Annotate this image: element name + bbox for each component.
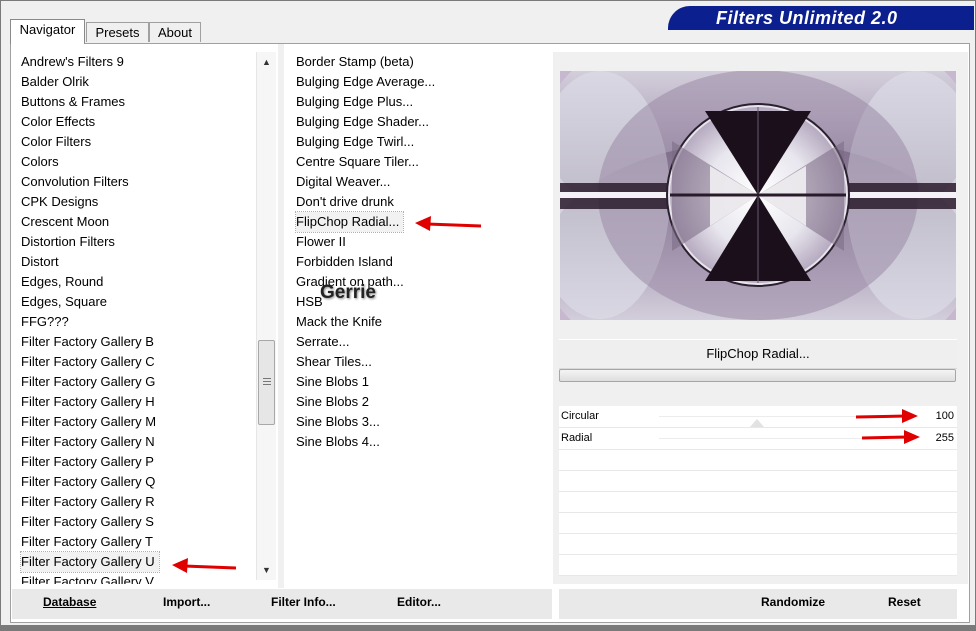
filter-list[interactable]: Border Stamp (beta) Bulging Edge Average.… — [287, 52, 545, 584]
category-item[interactable]: Edges, Square — [21, 292, 111, 312]
category-item[interactable]: Filter Factory Gallery G — [21, 372, 159, 392]
editor-label: Editor... — [397, 595, 442, 609]
filter-item[interactable]: Don't drive drunk — [296, 192, 398, 212]
red-arrow-icon — [172, 558, 237, 573]
scrollbar-thumb[interactable] — [258, 340, 275, 425]
filter-item[interactable]: Shear Tiles... — [296, 352, 376, 372]
slider-value: 100 — [935, 410, 954, 422]
randomize-button[interactable]: Randomize — [761, 595, 825, 609]
category-scrollbar[interactable]: ▲ ▼ — [256, 52, 276, 580]
category-item[interactable]: Filter Factory Gallery P — [21, 452, 158, 472]
category-item[interactable]: Color Filters — [21, 132, 95, 152]
pane-divider — [278, 44, 284, 588]
empty-slider-row — [559, 513, 957, 534]
category-item[interactable]: Buttons & Frames — [21, 92, 129, 112]
filter-item[interactable]: Bulging Edge Twirl... — [296, 132, 418, 152]
category-item[interactable]: FFG??? — [21, 312, 73, 332]
database-button[interactable]: Database — [43, 595, 96, 609]
filter-item[interactable]: Flower II — [296, 232, 350, 252]
filter-item[interactable]: Mack the Knife — [296, 312, 386, 332]
category-item[interactable]: Filter Factory Gallery M — [21, 412, 160, 432]
category-item[interactable]: Filter Factory Gallery S — [21, 512, 158, 532]
category-item[interactable]: Convolution Filters — [21, 172, 133, 192]
category-item[interactable]: Distortion Filters — [21, 232, 119, 252]
category-item[interactable]: Crescent Moon — [21, 212, 113, 232]
filter-info-label: Filter Info... — [271, 595, 336, 609]
filter-item[interactable]: Sine Blobs 1 — [296, 372, 373, 392]
red-arrow-icon — [415, 216, 482, 231]
import-button[interactable]: Import... — [163, 595, 210, 609]
tab-about[interactable]: About — [149, 22, 201, 42]
empty-slider-row — [559, 450, 957, 471]
category-item[interactable]: Filter Factory Gallery B — [21, 332, 158, 352]
category-item[interactable]: Filter Factory Gallery U — [20, 551, 160, 573]
category-item[interactable]: Distort — [21, 252, 63, 272]
category-item[interactable]: Filter Factory Gallery R — [21, 492, 159, 512]
empty-slider-row — [559, 555, 957, 576]
reset-button[interactable]: Reset — [888, 595, 921, 609]
filter-item[interactable]: Centre Square Tiler... — [296, 152, 423, 172]
scroll-down-arrow-icon[interactable]: ▼ — [257, 562, 276, 578]
editor-button[interactable]: Editor... — [397, 595, 441, 609]
category-item[interactable]: Filter Factory Gallery C — [21, 352, 159, 372]
window-bottom-border — [0, 625, 976, 631]
filter-item[interactable]: FlipChop Radial... — [294, 211, 405, 233]
empty-slider-row — [559, 492, 957, 513]
category-item[interactable]: Filter Factory Gallery H — [21, 392, 159, 412]
filter-item[interactable]: Serrate... — [296, 332, 353, 352]
category-item[interactable]: Colors — [21, 152, 63, 172]
category-item[interactable]: Filter Factory Gallery N — [21, 432, 159, 452]
filter-item[interactable]: Bulging Edge Plus... — [296, 92, 417, 112]
filter-item[interactable]: Sine Blobs 4... — [296, 432, 384, 452]
filter-item[interactable]: Bulging Edge Shader... — [296, 112, 433, 132]
filter-info-button[interactable]: Filter Info... — [271, 595, 336, 609]
brand-banner: Filters Unlimited 2.0 — [668, 6, 974, 30]
watermark-text: Gerrie — [320, 282, 376, 303]
category-item[interactable]: Filter Factory Gallery V — [21, 572, 158, 584]
category-item[interactable]: Filter Factory Gallery T — [21, 532, 157, 552]
tab-navigator[interactable]: Navigator — [10, 19, 85, 44]
reset-label: Reset — [888, 595, 921, 609]
category-item[interactable]: Color Effects — [21, 112, 99, 132]
slider-value: 255 — [935, 432, 954, 444]
filter-item[interactable]: Digital Weaver... — [296, 172, 394, 192]
category-item[interactable]: Balder Olrik — [21, 72, 93, 92]
slider-label: Radial — [561, 432, 593, 444]
slider-thumb[interactable] — [749, 419, 764, 427]
category-item[interactable]: Andrew's Filters 9 — [21, 52, 128, 72]
filter-item[interactable]: Forbidden Island — [296, 252, 397, 272]
empty-slider-row — [559, 534, 957, 555]
preview-image — [560, 71, 956, 320]
filter-item[interactable]: Sine Blobs 2 — [296, 392, 373, 412]
progress-bar — [559, 369, 956, 382]
import-label: Import... — [163, 595, 211, 609]
red-arrow-icon — [855, 409, 918, 423]
database-label: Database — [43, 595, 97, 609]
filter-item[interactable]: Sine Blobs 3... — [296, 412, 384, 432]
category-item[interactable]: Filter Factory Gallery Q — [21, 472, 159, 492]
tab-presets[interactable]: Presets — [86, 22, 149, 42]
randomize-label: Randomize — [761, 595, 826, 609]
brand-title: Filters Unlimited 2.0 — [716, 8, 898, 28]
grip-icon — [263, 378, 271, 387]
filter-item[interactable]: Bulging Edge Average... — [296, 72, 439, 92]
slider-label: Circular — [561, 410, 599, 422]
filter-item[interactable]: Border Stamp (beta) — [296, 52, 418, 72]
red-arrow-icon — [861, 430, 920, 444]
category-item[interactable]: CPK Designs — [21, 192, 102, 212]
category-list[interactable]: Andrew's Filters 9 Balder Olrik Buttons & … — [12, 52, 252, 584]
category-item[interactable]: Edges, Round — [21, 272, 107, 292]
current-filter-name: FlipChop Radial... — [559, 339, 957, 369]
empty-slider-row — [559, 471, 957, 492]
scroll-up-arrow-icon[interactable]: ▲ — [257, 54, 276, 70]
